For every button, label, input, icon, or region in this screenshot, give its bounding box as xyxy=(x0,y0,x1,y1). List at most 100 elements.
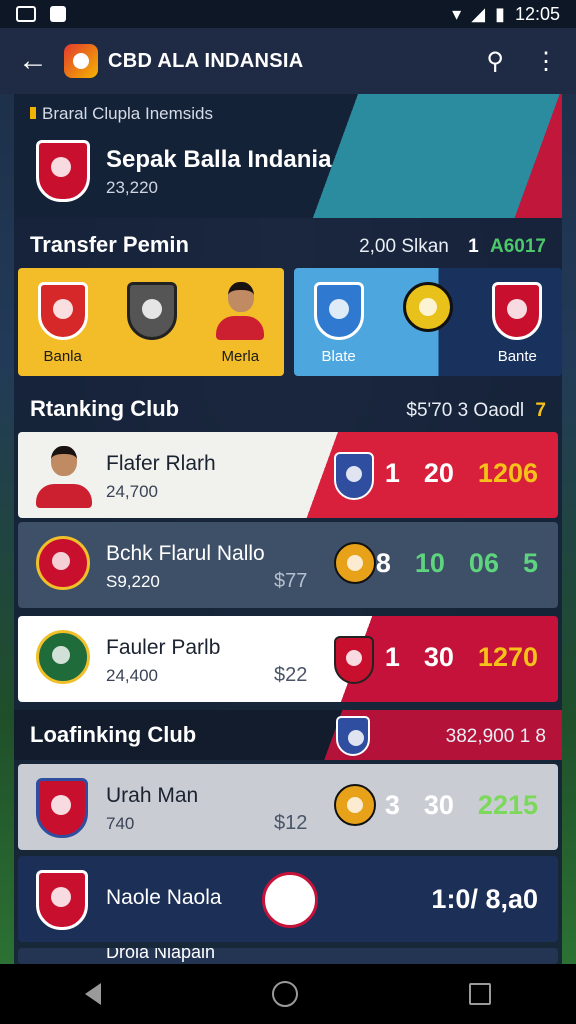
system-navigation-bar xyxy=(0,964,576,1024)
notification-icon xyxy=(16,6,36,22)
main-content: Braral Clupla Inemsids Sepak Balla Indan… xyxy=(14,94,562,964)
stat-value: 20 xyxy=(423,458,454,488)
row-name: Drola Nlapain xyxy=(106,948,216,962)
featured-club-value: 23,220 xyxy=(106,178,158,197)
row-name: Urah Man xyxy=(106,784,199,807)
search-icon[interactable]: ⚲ xyxy=(486,47,504,76)
club-crest-icon xyxy=(334,784,376,826)
nav-back-icon[interactable] xyxy=(85,983,102,1005)
transfer-item-label: Merla xyxy=(221,348,260,365)
row-name: Flafer Rlarh xyxy=(106,452,216,475)
battery-icon: ▮ xyxy=(495,3,505,24)
transfer-meta: 2,00 Slkan xyxy=(359,236,449,257)
row-stats: 3 30 2215 xyxy=(385,790,538,821)
shield-icon[interactable] xyxy=(262,872,318,928)
club-crest-icon xyxy=(334,636,374,684)
signal-icon: ◢ xyxy=(471,3,486,24)
stat-value: 5 xyxy=(522,548,538,578)
leading-section-header: Loafinking Club 382,900 1 8 xyxy=(30,722,546,748)
section-title-leading: Loafinking Club xyxy=(30,722,197,747)
stat-value: 1 xyxy=(384,642,400,672)
row-price: $12 xyxy=(274,812,308,834)
transfer-card-left[interactable]: Banla Merla xyxy=(18,268,284,376)
status-bar: ▾ ◢ ▮ 12:05 xyxy=(0,0,576,28)
club-crest-icon xyxy=(36,778,88,838)
row-name: Naole Naola xyxy=(106,886,222,909)
club-crest-icon xyxy=(334,542,376,584)
more-vert-icon[interactable]: ⋮ xyxy=(534,47,558,76)
transfer-item-label: Blate xyxy=(321,348,356,365)
leading-row[interactable]: Naole Naola 1:0/ 8,a0 xyxy=(18,856,558,942)
stat-value: 1:0/ 8,a0 xyxy=(431,884,538,914)
arrow-left-icon[interactable]: ← xyxy=(18,44,64,78)
stat-value: 10 xyxy=(414,548,445,578)
club-crest-icon xyxy=(36,870,88,930)
section-title-ranking: Rtanking Club xyxy=(30,396,180,421)
player-avatar xyxy=(216,282,265,340)
transfer-card-right[interactable]: Blate Bante xyxy=(294,268,562,376)
transfer-item: Bante xyxy=(492,282,543,365)
row-sub: 24,400 xyxy=(106,666,158,685)
transfer-code-num: 1 xyxy=(468,236,479,257)
ranking-meta: $5'70 3 Oaodl xyxy=(406,400,525,421)
row-stats: 1:0/ 8,a0 xyxy=(431,884,538,915)
row-price: $77 xyxy=(274,570,308,592)
stat-value: 2215 xyxy=(477,790,538,820)
club-crest-icon xyxy=(313,282,364,340)
stat-value: 1206 xyxy=(477,458,538,488)
row-sub: 740 xyxy=(106,814,135,833)
status-time: 12:05 xyxy=(514,3,560,24)
row-price: $22 xyxy=(274,664,308,686)
ranking-row[interactable]: Bchk Flarul Nallo S9,220 $77 8 10 06 5 xyxy=(18,522,558,608)
row-name: Bchk Flarul Nallo xyxy=(106,542,265,565)
transfer-item-label: Banla xyxy=(43,348,82,365)
section-title-transfer: Transfer Pemin xyxy=(30,232,189,257)
app-bar: ← CBD ALA INDANSIA ⚲ ⋮ xyxy=(0,28,576,94)
leading-row[interactable]: Drola Nlapain xyxy=(18,948,558,964)
featured-club-banner[interactable]: Braral Clupla Inemsids Sepak Balla Indan… xyxy=(14,94,562,218)
ranking-row[interactable]: Flafer Rlarh 24,700 1 20 1206 xyxy=(18,432,558,518)
app-title: CBD ALA INDANSIA xyxy=(108,49,304,72)
transfer-item: Merla xyxy=(216,282,265,365)
nav-home-icon[interactable] xyxy=(271,981,298,1007)
player-avatar xyxy=(36,446,92,508)
club-crest-icon xyxy=(37,282,88,340)
club-crest-icon xyxy=(36,140,90,202)
transfer-item-label: Bante xyxy=(497,348,537,365)
club-crest-icon xyxy=(492,282,543,340)
club-crest-icon xyxy=(402,282,453,332)
row-stats: 8 10 06 5 xyxy=(376,548,538,579)
stat-value: 3 xyxy=(384,790,400,820)
club-crest-icon xyxy=(126,282,177,340)
app-notification-icon xyxy=(50,6,66,22)
banner-kicker: Braral Clupla Inemsids xyxy=(30,104,213,124)
stat-value: 30 xyxy=(423,790,454,820)
club-crest-icon xyxy=(36,630,90,684)
transfer-item xyxy=(126,282,177,348)
ranking-row[interactable]: Fauler Parlb 24,400 $22 1 30 1270 xyxy=(18,616,558,702)
transfer-section-header: Transfer Pemin 2,00 Slkan 1 A6017 xyxy=(30,232,546,258)
ranking-meta-accent: 7 xyxy=(535,400,546,421)
wifi-icon: ▾ xyxy=(452,3,462,24)
featured-club-name: Sepak Balla Indania xyxy=(106,146,332,173)
row-stats: 1 30 1270 xyxy=(385,642,538,673)
club-crest-icon xyxy=(336,716,370,756)
stat-value: 1270 xyxy=(477,642,538,672)
row-name: Fauler Parlb xyxy=(106,636,221,659)
stat-value: 30 xyxy=(423,642,454,672)
app-logo xyxy=(64,44,98,78)
leading-row[interactable]: Urah Man 740 $12 3 30 2215 xyxy=(18,764,558,850)
row-stats: 1 20 1206 xyxy=(385,458,538,489)
stat-value: 06 xyxy=(468,548,499,578)
transfer-item: Blate xyxy=(313,282,364,365)
stat-value: 1 xyxy=(384,458,400,488)
club-crest-icon xyxy=(334,452,374,500)
ranking-section-header: Rtanking Club $5'70 3 Oaodl 7 xyxy=(30,396,546,422)
leading-meta: 382,900 1 8 xyxy=(445,726,546,747)
row-sub: 24,700 xyxy=(106,482,158,501)
club-crest-icon xyxy=(36,536,90,590)
transfer-item xyxy=(402,282,453,340)
row-sub: S9,220 xyxy=(106,572,160,591)
transfer-item: Banla xyxy=(37,282,88,365)
nav-recent-apps-icon[interactable] xyxy=(468,983,491,1005)
